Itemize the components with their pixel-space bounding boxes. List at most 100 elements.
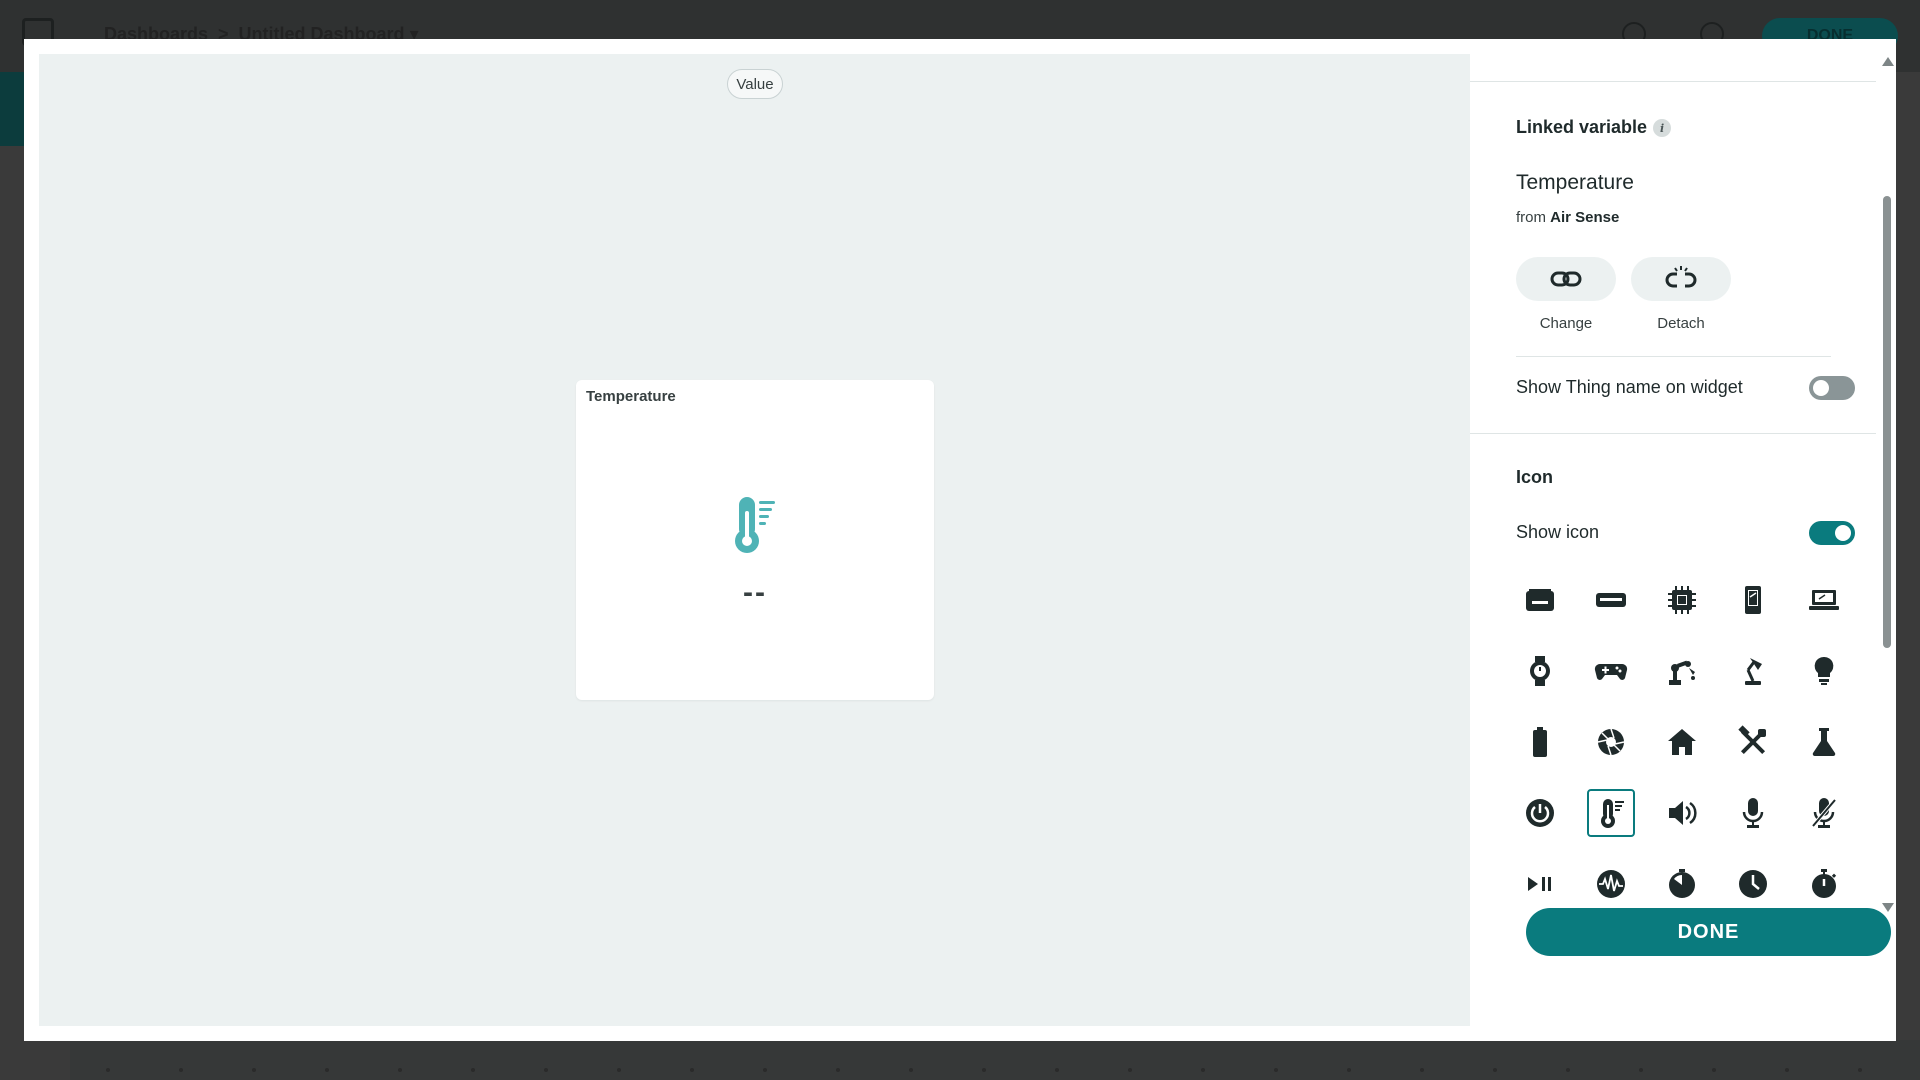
icon-option-waveform-icon[interactable] (1587, 860, 1635, 908)
home-icon (1668, 729, 1696, 755)
panel-top-divider (1470, 81, 1876, 82)
background-grid-dot (1420, 1068, 1424, 1072)
microphone-icon (1742, 798, 1764, 828)
info-icon[interactable]: i (1653, 119, 1672, 138)
icon-option-camera-aperture-icon[interactable] (1587, 718, 1635, 766)
icon-option-gamepad-icon[interactable] (1587, 647, 1635, 695)
icon-option-home-icon[interactable] (1658, 718, 1706, 766)
stopwatch-icon (1812, 869, 1837, 898)
laptop-icon (1809, 590, 1839, 610)
icon-option-chip-icon[interactable] (1658, 576, 1706, 624)
icon-option-power-icon[interactable] (1516, 789, 1564, 837)
icon-option-desk-lamp-icon[interactable] (1729, 647, 1777, 695)
timer-icon (1669, 869, 1695, 898)
background-grid-dot (1785, 1068, 1789, 1072)
icon-option-phone-icon[interactable] (1729, 576, 1777, 624)
widget-value: -- (743, 576, 767, 609)
scroll-up-arrow-icon[interactable] (1882, 57, 1894, 66)
background-grid-dot (398, 1068, 402, 1072)
background-bottom-area (70, 1040, 1920, 1080)
background-grid-dot (179, 1068, 183, 1072)
camera-aperture-icon (1597, 728, 1625, 756)
flask-icon (1812, 728, 1836, 757)
icon-option-stopwatch-icon[interactable] (1800, 860, 1848, 908)
background-grid-dot (909, 1068, 913, 1072)
watch-icon (1530, 656, 1550, 686)
lightbulb-icon (1814, 656, 1834, 685)
icon-option-timer-icon[interactable] (1658, 860, 1706, 908)
icon-option-laptop-icon[interactable] (1800, 576, 1848, 624)
background-grid-dot (617, 1068, 621, 1072)
icon-option-network-switch-icon[interactable] (1587, 576, 1635, 624)
background-grid-dot (1639, 1068, 1643, 1072)
icon-option-thermometer-icon[interactable] (1587, 789, 1635, 837)
icon-option-microphone-icon[interactable] (1729, 789, 1777, 837)
widget-type-chip: Value (727, 69, 783, 99)
phone-icon (1745, 586, 1761, 614)
detach-pill[interactable] (1631, 257, 1731, 301)
icon-option-play-pause-icon[interactable] (1516, 860, 1564, 908)
show-thing-name-toggle[interactable] (1809, 376, 1855, 400)
icon-picker-grid (1516, 576, 1846, 906)
background-grid-dot (836, 1068, 840, 1072)
widget-settings-modal: Value Temperature -- Linked variable i T… (24, 39, 1896, 1041)
link-icon (1550, 271, 1582, 287)
done-button[interactable]: DONE (1526, 908, 1891, 956)
router-icon (1526, 589, 1554, 611)
value-widget: Temperature -- (576, 380, 934, 700)
panel-scrollbar[interactable] (1878, 39, 1896, 959)
section-divider (1470, 433, 1876, 434)
linked-variable-title: Linked variable (1516, 117, 1648, 137)
icon-option-battery-icon[interactable] (1516, 718, 1564, 766)
network-switch-icon (1596, 593, 1626, 607)
background-grid-dot (1055, 1068, 1059, 1072)
background-grid-dot (471, 1068, 475, 1072)
desk-lamp-icon (1745, 658, 1762, 685)
power-icon (1526, 799, 1554, 827)
icon-option-speaker-icon[interactable] (1658, 789, 1706, 837)
icon-option-robot-arm-icon[interactable] (1658, 647, 1706, 695)
detach-variable-button[interactable]: Detach (1631, 257, 1731, 332)
chip-icon (1668, 586, 1696, 614)
background-grid-dot (544, 1068, 548, 1072)
background-grid-dot (1566, 1068, 1570, 1072)
icon-option-clock-icon[interactable] (1729, 860, 1777, 908)
change-label: Change (1539, 315, 1593, 332)
background-grid-dot (1858, 1068, 1862, 1072)
icon-option-tools-icon[interactable] (1729, 718, 1777, 766)
scroll-thumb[interactable] (1883, 196, 1891, 648)
linked-variable-heading: Linked variable i (1516, 117, 1672, 138)
widget-title: Temperature (586, 388, 676, 405)
microphone-off-icon (1811, 798, 1837, 828)
linked-variable-name: Temperature (1516, 171, 1634, 194)
icon-option-flask-icon[interactable] (1800, 718, 1848, 766)
icon-option-router-icon[interactable] (1516, 576, 1564, 624)
linked-variable-divider (1516, 356, 1831, 357)
background-grid-dot (690, 1068, 694, 1072)
linked-variable-source: from Air Sense (1516, 209, 1619, 226)
icon-option-lightbulb-icon[interactable] (1800, 647, 1848, 695)
icon-option-microphone-off-icon[interactable] (1800, 789, 1848, 837)
thing-name: Air Sense (1550, 209, 1620, 226)
unlink-icon (1665, 266, 1697, 288)
show-icon-toggle[interactable] (1809, 521, 1855, 545)
change-pill[interactable] (1516, 257, 1616, 301)
show-icon-label: Show icon (1516, 522, 1600, 542)
detach-label: Detach (1657, 315, 1705, 332)
thermometer-icon (1601, 799, 1624, 828)
icon-option-watch-icon[interactable] (1516, 647, 1564, 695)
icon-section-title: Icon (1516, 467, 1554, 487)
tools-icon (1738, 725, 1766, 755)
background-grid-dot (982, 1068, 986, 1072)
scroll-down-arrow-icon[interactable] (1882, 903, 1894, 912)
background-grid-dot (1347, 1068, 1351, 1072)
background-grid-dot (1274, 1068, 1278, 1072)
change-variable-button[interactable]: Change (1516, 257, 1616, 332)
background-grid-dot (252, 1068, 256, 1072)
clock-icon (1739, 870, 1767, 898)
background-grid-dot (106, 1068, 110, 1072)
from-prefix: from (1516, 209, 1546, 226)
widget-preview-area: Value Temperature -- (39, 54, 1470, 1026)
show-thing-name-label: Show Thing name on widget (1516, 377, 1743, 397)
background-grid-dot (1201, 1068, 1205, 1072)
